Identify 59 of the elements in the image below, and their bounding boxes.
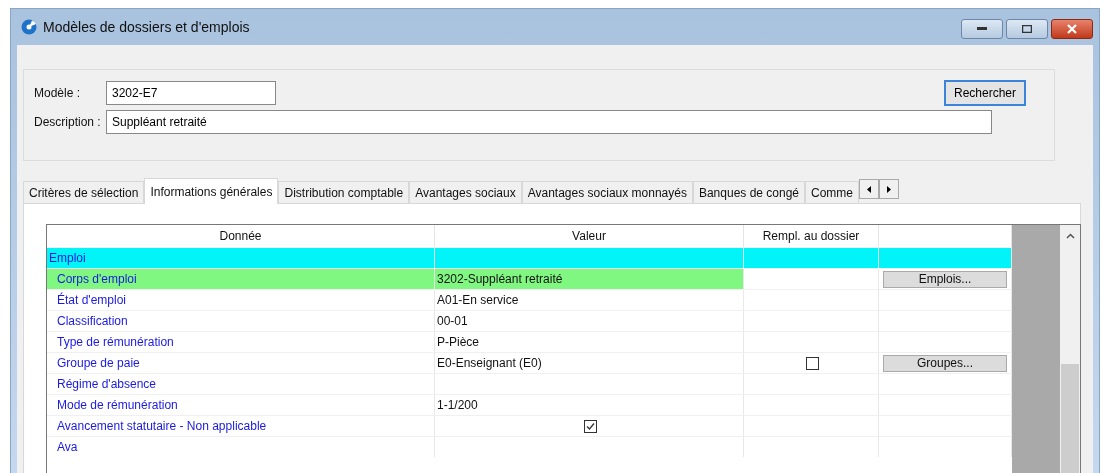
value-checkbox[interactable]	[583, 419, 597, 433]
fill-in-checkbox[interactable]	[805, 356, 819, 370]
tab[interactable]: Avantages sociaux	[409, 181, 522, 203]
minimize-button[interactable]	[961, 19, 1003, 39]
tab[interactable]: Banques de congé	[692, 181, 806, 203]
scroll-up-icon	[1065, 233, 1075, 239]
table-row[interactable]: Groupe de paie E0-Enseignant (E0) Groupes...	[47, 352, 1012, 373]
value-cell: P-Pièce	[435, 332, 744, 352]
search-button[interactable]: Rechercher	[943, 80, 1026, 106]
column-header: Rempl. au dossier	[744, 225, 879, 247]
data-label-cell: Type de rémunération	[47, 332, 435, 352]
value-cell: 3202-Suppléant retraité	[435, 269, 744, 289]
data-label-cell: Groupe de paie	[47, 353, 435, 373]
table-row[interactable]: Mode de rémunération 1-1/200	[47, 394, 1012, 415]
vertical-scrollbar[interactable]	[1060, 225, 1080, 473]
table-row[interactable]: Classification 00-01	[47, 310, 1012, 331]
tab[interactable]: Critères de sélection	[23, 181, 145, 203]
table-row[interactable]: Type de rémunération P-Pièce	[47, 331, 1012, 352]
data-label-cell: Avancement statutaire - Non applicable	[47, 416, 435, 436]
tab[interactable]: Informations générales	[144, 178, 279, 204]
data-label-cell: État d'emploi	[47, 290, 435, 310]
tab-scroll-right-button[interactable]	[879, 179, 900, 199]
column-header: Donnée	[47, 225, 435, 247]
model-field[interactable]: 3202-E7	[106, 81, 276, 105]
group-row[interactable]: Emploi	[47, 247, 1012, 268]
model-label: Modèle :	[34, 86, 82, 100]
column-header: Valeur	[435, 225, 744, 247]
tab[interactable]: Avantages sociaux monnayés	[521, 181, 693, 203]
app-logo-icon	[21, 19, 37, 35]
table-row[interactable]: État d'emploi A01-En service	[47, 289, 1012, 310]
lookup-button[interactable]: Emplois...	[883, 270, 1007, 288]
data-label-cell: Ava	[47, 437, 435, 457]
tab[interactable]: Comme	[805, 181, 860, 203]
description-label: Description :	[34, 115, 102, 129]
minimize-icon	[977, 27, 987, 31]
group-label: Emploi	[47, 248, 435, 268]
close-icon	[1067, 24, 1077, 34]
lookup-button[interactable]: Groupes...	[883, 354, 1007, 372]
window-title: Modèles de dossiers et d'emplois	[43, 19, 250, 35]
maximize-icon	[1022, 25, 1032, 33]
value-cell: A01-En service	[435, 290, 744, 310]
value-cell: 1-1/200	[435, 395, 744, 415]
data-label-cell: Mode de rémunération	[47, 395, 435, 415]
tab[interactable]: Distribution comptable	[278, 181, 410, 203]
close-button[interactable]	[1051, 19, 1093, 39]
maximize-button[interactable]	[1006, 19, 1048, 39]
data-label-cell: Corps d'emploi	[47, 269, 435, 289]
data-label-cell: Classification	[47, 311, 435, 331]
tab-scroll-left-button[interactable]	[859, 179, 880, 199]
data-label-cell: Régime d'absence	[47, 374, 435, 394]
right-arrow-icon	[887, 185, 892, 193]
table-row[interactable]: Avancement statutaire - Non applicable	[47, 415, 1012, 436]
value-cell: 00-01	[435, 311, 744, 331]
description-field[interactable]: Suppléant retraité	[106, 110, 992, 134]
value-cell: E0-Enseignant (E0)	[435, 353, 744, 373]
left-arrow-icon	[867, 185, 872, 193]
table-row[interactable]: Régime d'absence	[47, 373, 1012, 394]
table-row[interactable]: Corps d'emploi 3202-Suppléant retraité Emplois...	[47, 268, 1012, 289]
table-row[interactable]: Ava	[47, 436, 1012, 457]
